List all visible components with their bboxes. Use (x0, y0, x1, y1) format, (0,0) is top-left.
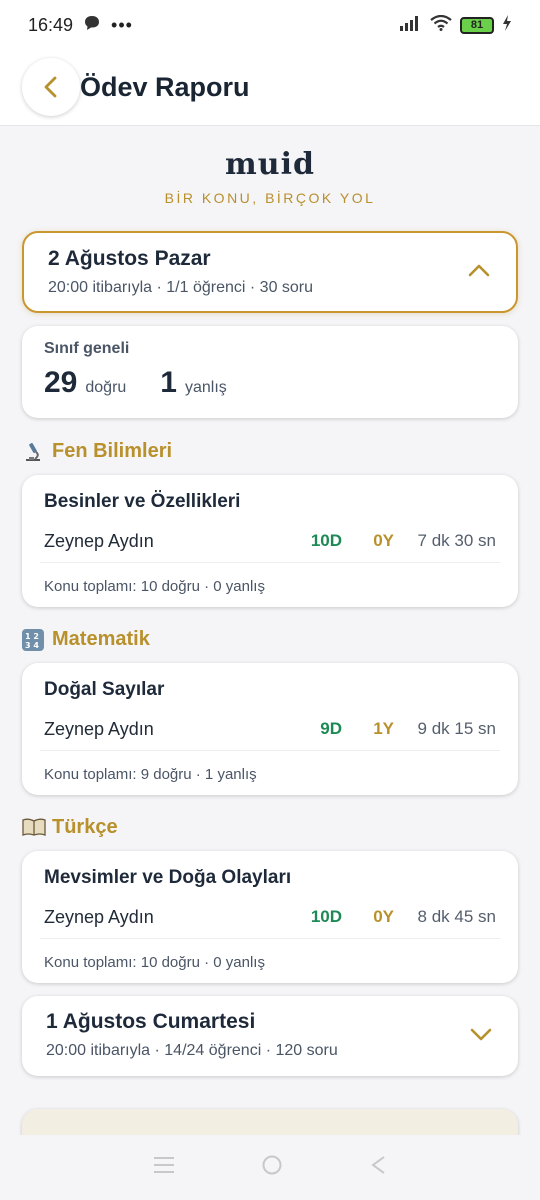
signal-icon (400, 15, 422, 36)
menu-icon[interactable] (152, 1155, 176, 1180)
student-name: Zeynep Aydın (44, 531, 154, 551)
chevron-up-icon (468, 264, 490, 277)
correct-badge: 10D (310, 907, 342, 926)
topic-title: Mevsimler ve Doğa Olayları (44, 867, 292, 888)
subject-name: Fen Bilimleri (52, 440, 173, 462)
logo-tagline: BİR KONU, BİRÇOK YOL (164, 190, 376, 206)
brand-logo: muid BİR KONU, BİRÇOK YOL (0, 127, 540, 206)
topic-title: Doğal Sayılar (44, 679, 165, 700)
correct-label: doğru (85, 379, 127, 396)
wrong-badge: 0Y (373, 907, 394, 926)
student-result-row: Zeynep Aydın 9D 1Y 9 dk 15 sn (40, 709, 500, 751)
subject-heading-science: Fen Bilimleri (22, 440, 172, 463)
chevron-down-icon (470, 1028, 492, 1041)
more-notifications-icon: ••• (111, 14, 133, 35)
wifi-icon (430, 14, 452, 36)
microscope-icon (22, 441, 44, 463)
topic-card: Doğal Sayılar Zeynep Aydın 9D 1Y 9 dk 15… (22, 663, 518, 795)
open-book-icon (22, 817, 46, 839)
charging-icon (502, 14, 512, 36)
duration: 7 dk 30 sn (417, 531, 496, 550)
wrong-count: 1 (160, 366, 177, 399)
chat-notification-icon (83, 14, 101, 37)
correct-badge: 10D (310, 531, 342, 550)
day-title: 2 Ağustos Pazar (48, 247, 211, 270)
page-title: Ödev Raporu (80, 72, 250, 102)
correct-badge: 9D (320, 719, 342, 738)
day-subtitle: 20:00 itibarıyla · 1/1 öğrenci · 30 soru (48, 279, 314, 296)
student-result-row: Zeynep Aydın 10D 0Y 7 dk 30 sn (40, 521, 500, 563)
svg-text:1 2: 1 2 (25, 632, 39, 641)
wrong-label: yanlış (184, 379, 227, 396)
subject-name: Türkçe (52, 816, 118, 838)
report-content[interactable]: muid BİR KONU, BİRÇOK YOL 2 Ağustos Paza… (0, 127, 540, 1135)
duration: 9 dk 15 sn (417, 719, 496, 738)
class-summary-label: Sınıf geneli (44, 340, 130, 357)
status-bar: 16:49 ••• 81 (0, 0, 540, 50)
app-header: Ödev Raporu (0, 50, 540, 126)
logo-wordmark: muid (225, 147, 315, 182)
student-name: Zeynep Aydın (44, 907, 154, 927)
day-card-collapsed[interactable]: 1 Ağustos Cumartesi 20:00 itibarıyla · 1… (22, 996, 518, 1076)
partial-info-card (22, 1109, 518, 1135)
topic-card: Besinler ve Özellikleri Zeynep Aydın 10D… (22, 475, 518, 607)
numbers-icon: 1 23 4 (22, 628, 44, 651)
day-title: 1 Ağustos Cumartesi (46, 1010, 256, 1033)
subject-name: Matematik (52, 628, 150, 650)
subject-heading-math: 1 23 4 Matematik (22, 628, 150, 651)
student-result-row: Zeynep Aydın 10D 0Y 8 dk 45 sn (40, 897, 500, 939)
topic-total: Konu toplamı: 10 doğru · 0 yanlış (44, 578, 265, 595)
day-card-expanded[interactable]: 2 Ağustos Pazar 20:00 itibarıyla · 1/1 ö… (22, 231, 518, 313)
chevron-left-icon (44, 76, 57, 98)
battery-icon: 81 (460, 16, 494, 34)
student-name: Zeynep Aydın (44, 719, 154, 739)
subject-heading-turkish: Türkçe (22, 816, 118, 839)
day-subtitle: 20:00 itibarıyla · 14/24 öğrenci · 120 s… (46, 1042, 338, 1059)
topic-total: Konu toplamı: 10 doğru · 0 yanlış (44, 954, 265, 971)
class-summary-card: Sınıf geneli 29 doğru 1 yanlış (22, 326, 518, 418)
wrong-badge: 0Y (373, 531, 394, 550)
topic-card: Mevsimler ve Doğa Olayları Zeynep Aydın … (22, 851, 518, 983)
status-time: 16:49 (28, 14, 74, 35)
home-icon[interactable] (261, 1154, 283, 1181)
duration: 8 dk 45 sn (417, 907, 496, 926)
back-button[interactable] (22, 58, 80, 116)
back-nav-icon[interactable] (368, 1154, 388, 1181)
svg-text:3 4: 3 4 (25, 641, 39, 650)
wrong-badge: 1Y (373, 719, 394, 738)
correct-count: 29 (44, 366, 78, 399)
topic-total: Konu toplamı: 9 doğru · 1 yanlış (44, 766, 257, 783)
system-nav-bar (0, 1135, 540, 1200)
topic-title: Besinler ve Özellikleri (44, 491, 241, 512)
